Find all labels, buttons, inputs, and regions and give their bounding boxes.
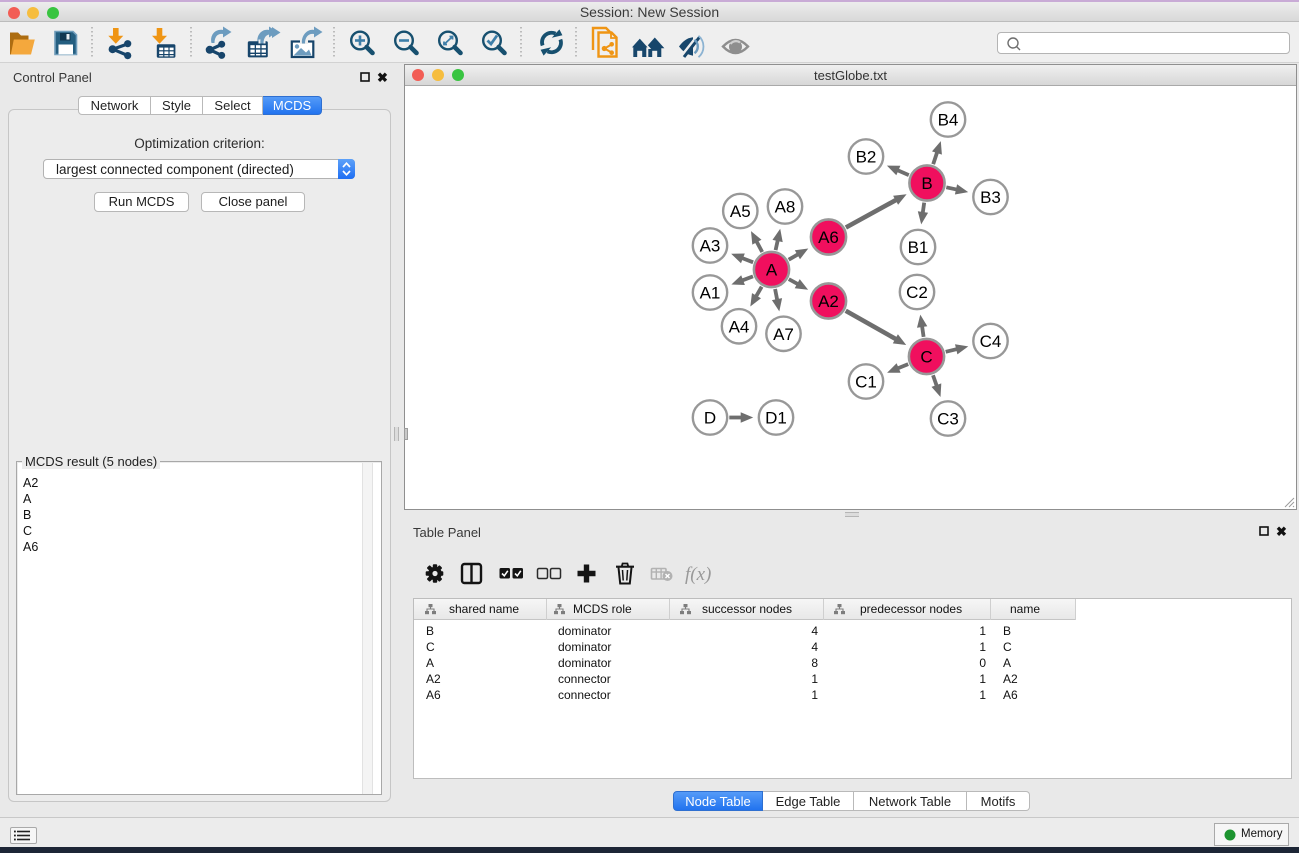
svg-text:A7: A7: [773, 325, 794, 344]
svg-text:B2: B2: [856, 148, 877, 167]
svg-text:A5: A5: [730, 202, 751, 221]
svg-text:B1: B1: [908, 238, 929, 257]
svg-text:A6: A6: [818, 228, 839, 247]
svg-text:B3: B3: [980, 188, 1001, 207]
svg-text:A8: A8: [775, 198, 796, 217]
svg-text:A3: A3: [700, 237, 721, 256]
svg-text:C4: C4: [980, 332, 1002, 351]
svg-text:A: A: [766, 261, 778, 280]
svg-text:C: C: [920, 348, 932, 367]
svg-text:A1: A1: [700, 284, 721, 303]
svg-text:C1: C1: [855, 373, 877, 392]
svg-text:f(x): f(x): [685, 564, 711, 585]
svg-text:C3: C3: [937, 410, 959, 429]
svg-text:C2: C2: [906, 283, 928, 302]
svg-text:A4: A4: [729, 317, 750, 336]
svg-text:D1: D1: [765, 409, 787, 428]
svg-text:A2: A2: [818, 292, 839, 311]
svg-text:B4: B4: [938, 111, 959, 130]
svg-text:B: B: [921, 174, 932, 193]
svg-text:D: D: [704, 409, 716, 428]
